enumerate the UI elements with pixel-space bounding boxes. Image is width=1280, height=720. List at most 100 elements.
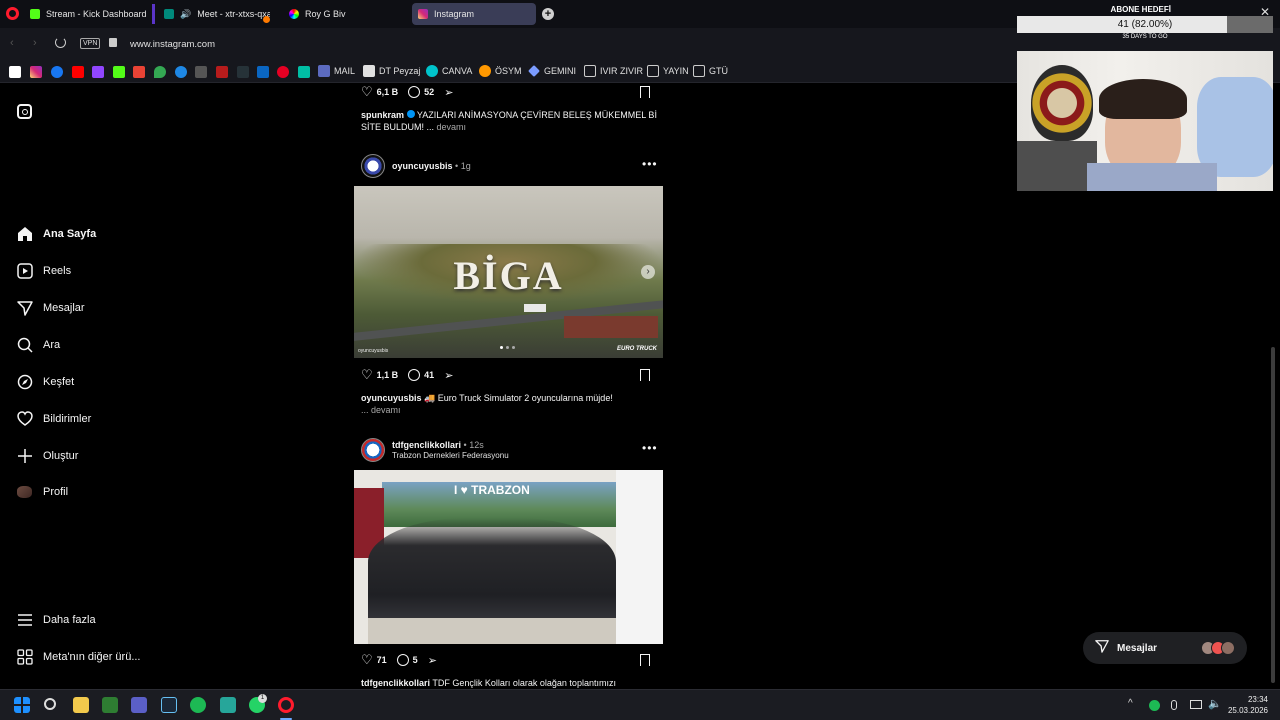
search-icon[interactable] bbox=[44, 698, 56, 710]
tab-instagram[interactable]: Instagram bbox=[412, 3, 536, 25]
x-icon[interactable] bbox=[9, 66, 21, 78]
spotify-tray-icon[interactable] bbox=[1149, 700, 1160, 711]
reload-icon[interactable] bbox=[55, 37, 66, 48]
caption-more-link[interactable]: devamı bbox=[437, 122, 467, 132]
pinterest-icon[interactable] bbox=[277, 66, 289, 78]
app-icon[interactable] bbox=[102, 697, 118, 713]
post-username[interactable]: tdfgenclikkollari bbox=[392, 440, 461, 450]
sidebar-item-profile[interactable]: Profil bbox=[16, 481, 68, 503]
messages-pill-button[interactable]: Mesajlar bbox=[1083, 632, 1247, 664]
instagram-bookmark-icon[interactable] bbox=[30, 66, 42, 78]
caption-username[interactable]: tdfgenclikkollari bbox=[361, 678, 430, 688]
like-icon[interactable]: ♡ bbox=[361, 367, 373, 383]
caption-more-link[interactable]: ... devamı bbox=[361, 405, 401, 415]
vpn-badge[interactable]: VPN bbox=[80, 38, 101, 49]
link-icon[interactable] bbox=[195, 66, 207, 78]
instagram-icon bbox=[418, 9, 428, 19]
windows-start-icon[interactable] bbox=[14, 697, 30, 713]
clock[interactable]: 23:34 25.03.2026 bbox=[1226, 694, 1268, 716]
webcam-feed bbox=[1017, 51, 1273, 191]
bookmark-canva[interactable]: CANVA bbox=[426, 65, 472, 77]
bookmark-gtu[interactable]: GTÜ bbox=[693, 65, 728, 77]
page-scrollbar[interactable] bbox=[1271, 347, 1275, 683]
sidebar-item-explore[interactable]: Keşfet bbox=[16, 371, 74, 393]
bookmark-ivir-zivir[interactable]: IVIR ZIVIR bbox=[584, 65, 643, 77]
post-image[interactable]: BİGA oyuncuyusbis EURO TRUCK › bbox=[354, 186, 663, 358]
comment-icon[interactable] bbox=[408, 369, 421, 381]
folder-icon bbox=[584, 65, 596, 77]
comment-icon[interactable] bbox=[408, 86, 421, 98]
tab-roy-g-biv[interactable]: Roy G Biv bbox=[283, 3, 403, 25]
like-icon[interactable]: ♡ bbox=[361, 652, 373, 668]
bookmark-mail[interactable]: MAIL bbox=[318, 65, 355, 77]
url-field[interactable]: www.instagram.com bbox=[130, 39, 215, 50]
app-icon[interactable] bbox=[237, 66, 249, 78]
sidebar-item-search[interactable]: Ara bbox=[16, 334, 60, 356]
clock-date: 25.03.2026 bbox=[1227, 706, 1268, 715]
steam-icon[interactable] bbox=[161, 697, 177, 713]
share-icon[interactable]: ➢ bbox=[428, 654, 437, 667]
gmail-icon[interactable] bbox=[133, 66, 145, 78]
kick-bookmark-icon[interactable] bbox=[113, 66, 125, 78]
sidebar-item-home[interactable]: Ana Sayfa bbox=[16, 223, 96, 245]
bookmark-yayin[interactable]: YAYIN bbox=[647, 65, 689, 77]
search-icon bbox=[16, 337, 33, 354]
recording-dot-icon bbox=[263, 16, 270, 23]
microphone-icon[interactable] bbox=[1171, 700, 1177, 710]
caption-username[interactable]: oyuncuyusbis bbox=[361, 393, 422, 403]
post-avatar[interactable] bbox=[361, 438, 385, 462]
caption-username[interactable]: spunkram bbox=[361, 110, 404, 120]
meet-icon bbox=[164, 9, 174, 19]
post-avatar[interactable] bbox=[361, 154, 385, 178]
app-icon[interactable] bbox=[298, 66, 310, 78]
share-icon[interactable]: ➢ bbox=[444, 86, 453, 99]
more-options-icon[interactable]: ••• bbox=[642, 441, 658, 455]
post-username[interactable]: oyuncuyusbis bbox=[392, 161, 453, 171]
like-icon[interactable]: ♡ bbox=[361, 84, 373, 100]
post-header: tdfgenclikkollari • 12s bbox=[392, 440, 484, 450]
maps-icon[interactable] bbox=[154, 66, 166, 78]
tab-kick[interactable]: Stream - Kick Dashboard bbox=[24, 3, 152, 25]
sidebar-item-notifications[interactable]: Bildirimler bbox=[16, 408, 91, 430]
volume-icon[interactable]: 🔈 bbox=[1208, 697, 1222, 710]
display-icon[interactable] bbox=[1190, 700, 1202, 709]
save-icon[interactable] bbox=[640, 86, 650, 98]
post-actions: ♡ 6,1 B 52 ➢ bbox=[361, 83, 657, 101]
bookmark-dt-peyzaj[interactable]: DT Peyzaj bbox=[363, 65, 420, 77]
save-icon[interactable] bbox=[640, 369, 650, 381]
instagram-logo-icon[interactable] bbox=[17, 104, 32, 119]
tray-chevron-icon[interactable]: ^ bbox=[1128, 698, 1133, 709]
more-options-icon[interactable]: ••• bbox=[642, 157, 658, 171]
carousel-next-icon[interactable]: › bbox=[641, 265, 655, 279]
messages-icon bbox=[1095, 639, 1109, 658]
teams-icon[interactable] bbox=[131, 697, 147, 713]
save-icon[interactable] bbox=[640, 654, 650, 666]
sidebar-item-messages[interactable]: Mesajlar bbox=[16, 297, 85, 319]
spotify-icon[interactable] bbox=[190, 697, 206, 713]
twitch-icon[interactable] bbox=[92, 66, 104, 78]
bookmark-osym[interactable]: ÖSYM bbox=[479, 65, 522, 77]
youtube-icon[interactable] bbox=[72, 66, 84, 78]
tab-meet[interactable]: 🔊 Meet - xtr-xtxs-qxa bbox=[158, 3, 270, 25]
like-count: 71 bbox=[376, 655, 387, 665]
linkedin-icon[interactable] bbox=[257, 66, 269, 78]
file-explorer-icon[interactable] bbox=[73, 697, 89, 713]
bookmark-gemini[interactable]: GEMINI bbox=[528, 65, 576, 77]
facebook-icon[interactable] bbox=[51, 66, 63, 78]
app-icon[interactable] bbox=[216, 66, 228, 78]
comment-icon[interactable] bbox=[396, 654, 409, 666]
sidebar-item-more[interactable]: Daha fazla bbox=[16, 609, 96, 631]
share-icon[interactable]: ➢ bbox=[444, 369, 453, 382]
opera-icon[interactable] bbox=[278, 697, 294, 713]
sidebar-item-meta[interactable]: Meta'nın diğer ürü... bbox=[16, 646, 141, 668]
app-icon[interactable] bbox=[220, 697, 236, 713]
dollar-icon[interactable] bbox=[175, 66, 187, 78]
like-count: 6,1 B bbox=[376, 87, 399, 97]
back-icon[interactable]: ‹ bbox=[10, 37, 14, 49]
forward-icon[interactable]: › bbox=[33, 37, 37, 49]
post-image[interactable]: I ♥ TRABZON bbox=[354, 470, 663, 644]
sidebar-item-reels[interactable]: Reels bbox=[16, 260, 71, 282]
new-tab-button[interactable]: + bbox=[542, 8, 554, 20]
sidebar-item-create[interactable]: Oluştur bbox=[16, 445, 78, 467]
opera-logo-icon[interactable] bbox=[6, 7, 19, 20]
